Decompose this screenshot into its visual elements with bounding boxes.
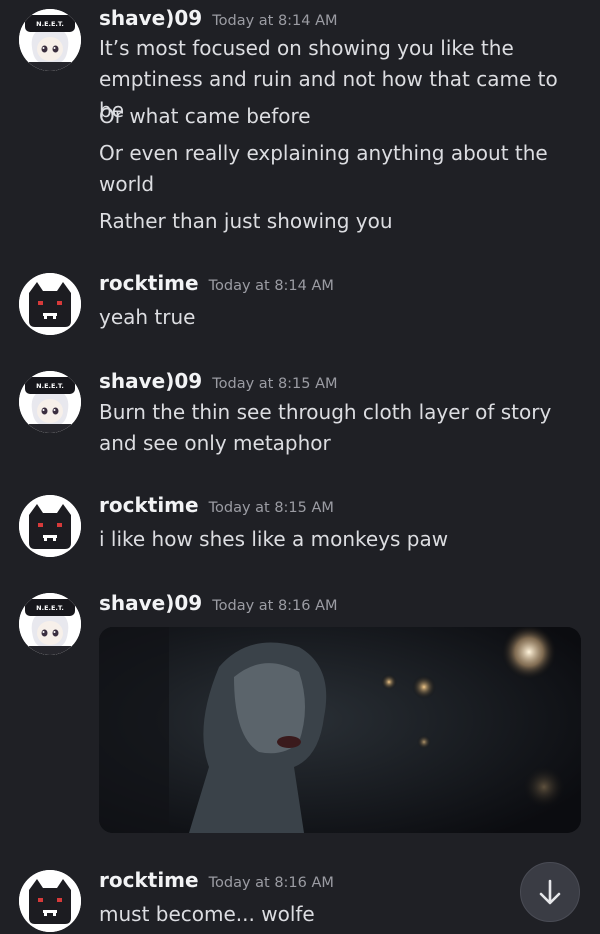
message-text: i like how shes like a monkeys paw: [99, 527, 449, 551]
timestamp: Today at 8:15 AM: [212, 376, 338, 392]
username[interactable]: shave)09: [99, 591, 202, 615]
user-avatar-shave-icon: N.E.E.T.: [19, 593, 81, 655]
user-avatar-rocktime-icon: [19, 495, 81, 557]
user-avatar-shave-icon: N.E.E.T.: [19, 9, 81, 71]
video-attachment[interactable]: [99, 627, 581, 833]
message-text: yeah true: [99, 305, 196, 329]
message-header: shave)09 Today at 8:15 AM: [99, 369, 338, 393]
username[interactable]: rocktime: [99, 271, 199, 295]
timestamp: Today at 8:15 AM: [208, 500, 334, 516]
avatar[interactable]: [19, 495, 81, 557]
scroll-to-bottom-button[interactable]: [520, 862, 580, 922]
message-header: shave)09 Today at 8:16 AM: [99, 591, 338, 615]
avatar[interactable]: N.E.E.T.: [19, 9, 81, 71]
user-avatar-shave-icon: N.E.E.T.: [19, 371, 81, 433]
arrow-down-icon: [539, 879, 561, 905]
avatar[interactable]: [19, 273, 81, 335]
message-header: shave)09 Today at 8:14 AM: [99, 6, 338, 30]
username[interactable]: rocktime: [99, 493, 199, 517]
message-header: rocktime Today at 8:14 AM: [99, 271, 334, 295]
avatar[interactable]: N.E.E.T.: [19, 593, 81, 655]
message-text: Rather than just showing you: [99, 209, 393, 233]
message-text: must become... wolfe: [99, 902, 315, 926]
timestamp: Today at 8:14 AM: [212, 13, 338, 29]
message-text: Or what came before: [99, 104, 311, 128]
message-header: rocktime Today at 8:16 AM: [99, 868, 334, 892]
timestamp: Today at 8:14 AM: [208, 278, 334, 294]
user-avatar-rocktime-icon: [19, 870, 81, 932]
timestamp: Today at 8:16 AM: [208, 875, 334, 891]
message-header: rocktime Today at 8:15 AM: [99, 493, 334, 517]
avatar-cap-text: N.E.E.T.: [36, 20, 64, 28]
avatar-cap-text: N.E.E.T.: [36, 604, 64, 612]
username[interactable]: rocktime: [99, 868, 199, 892]
message-text: Burn the thin see through cloth layer of…: [99, 400, 552, 455]
timestamp: Today at 8:16 AM: [212, 598, 338, 614]
avatar-cap-text: N.E.E.T.: [36, 382, 64, 390]
avatar[interactable]: N.E.E.T.: [19, 371, 81, 433]
video-thumbnail: [99, 627, 581, 833]
username[interactable]: shave)09: [99, 369, 202, 393]
avatar[interactable]: [19, 870, 81, 932]
message-text: Or even really explaining anything about…: [99, 141, 548, 196]
user-avatar-rocktime-icon: [19, 273, 81, 335]
username[interactable]: shave)09: [99, 6, 202, 30]
